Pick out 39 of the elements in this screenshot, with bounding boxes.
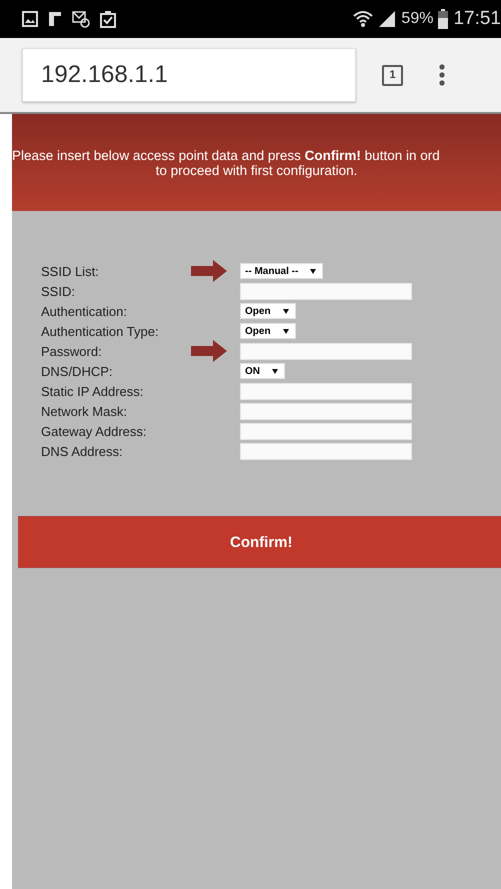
tab-count-button[interactable]: 1 (382, 64, 403, 86)
dropdown-select[interactable]: -- Manual -- (240, 263, 324, 279)
instruction-text: to proceed with first configuration. (154, 162, 358, 178)
flag-icon (48, 11, 62, 27)
input-field[interactable] (240, 382, 412, 400)
confirm-button[interactable]: Confirm! (18, 516, 501, 568)
input-field[interactable] (240, 422, 412, 440)
input-field[interactable] (240, 282, 412, 300)
caret-icon (282, 328, 289, 334)
caret-icon (282, 308, 289, 314)
field-label: Authentication: (41, 304, 128, 318)
caret-icon (310, 268, 316, 274)
wifi-icon (353, 10, 374, 28)
field-label: SSID List: (41, 264, 100, 278)
field-label: Network Mask: (41, 404, 128, 418)
image-icon (22, 11, 38, 27)
battery-percent: 59% (401, 10, 434, 28)
field-label: Gateway Address: (41, 424, 148, 438)
email-icon (72, 10, 90, 28)
dropdown-select[interactable]: Open (240, 303, 296, 319)
menu-icon[interactable] (439, 64, 445, 86)
field-label: DNS/DHCP: (41, 364, 114, 378)
caret-icon (272, 368, 278, 374)
input-field[interactable] (240, 342, 412, 360)
battery-icon (438, 9, 448, 29)
input-field[interactable] (240, 402, 412, 420)
field-label: Authentication Type: (41, 324, 160, 338)
instruction-text: Please insert below access point data and press Confirm! button in ord (12, 148, 441, 162)
field-label: DNS Address: (41, 444, 124, 458)
address-bar[interactable]: 192.168.1.1 (22, 48, 356, 102)
signal-icon (378, 10, 396, 28)
field-label: Password: (41, 344, 103, 358)
dropdown-select[interactable]: Open (240, 323, 296, 339)
field-label: Static IP Address: (41, 384, 144, 398)
field-label: SSID: (41, 284, 76, 298)
input-field[interactable] (240, 442, 412, 460)
clipboard-icon (100, 10, 116, 28)
dropdown-select[interactable]: ON (240, 363, 285, 379)
clock-time: 17:51 (453, 8, 501, 30)
